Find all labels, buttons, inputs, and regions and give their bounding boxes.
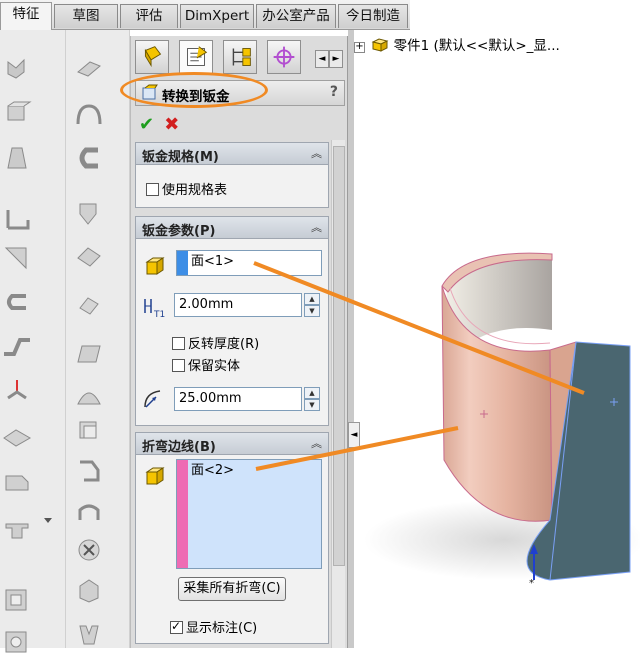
gauge-group-header[interactable]: 钣金规格(M) ︽ (136, 143, 328, 165)
swept-flange-icon[interactable] (74, 54, 104, 82)
unfold-icon[interactable] (2, 586, 32, 614)
rip-icon[interactable] (74, 100, 104, 128)
bend-edges-group-title: 折弯边线(B) (142, 440, 216, 455)
edge-flange-icon[interactable] (2, 204, 32, 232)
vent-icon[interactable] (74, 382, 104, 410)
chevron-down-icon[interactable] (40, 506, 56, 534)
help-button[interactable]: ? (330, 84, 338, 100)
ok-button[interactable]: ✔ (139, 114, 154, 135)
jog-icon[interactable] (2, 332, 32, 360)
command-manager-tabs: 特征 草图 评估 DimXpert 办公室产品 今日制造 (0, 0, 410, 30)
bend-radius-input[interactable]: 25.00mm (174, 387, 302, 411)
bend-radius-icon (144, 390, 161, 408)
gauge-group-title: 钣金规格(M) (142, 150, 219, 165)
use-gauge-table-checkbox[interactable] (146, 183, 159, 196)
feature-tree-root[interactable]: + 零件1 (默认<<默认>_显... (354, 34, 560, 54)
hem-icon[interactable] (2, 288, 32, 316)
show-callouts-row[interactable]: 显示标注(C) (170, 617, 257, 636)
thickness-icon: T1 (144, 299, 165, 319)
thickness-stepper[interactable]: ▲ ▼ (304, 293, 320, 317)
tab-evaluate[interactable]: 评估 (120, 4, 178, 28)
tab-sketch[interactable]: 草图 (54, 4, 118, 28)
keep-body-label: 保留实体 (188, 359, 241, 374)
bend-edges-group: 折弯边线(B) ︽ 面<2> 采集所有折弯(C) 显示标注(C) (135, 432, 329, 644)
part-icon (371, 38, 389, 52)
dimxpert-manager-tab[interactable] (267, 40, 301, 74)
forming-tool-icon[interactable] (2, 514, 32, 542)
gauge-group: 钣金规格(M) ︽ 使用规格表 (135, 142, 329, 208)
tab-scroll-left-button[interactable]: ◄ (315, 50, 329, 68)
configuration-manager-tab[interactable] (223, 40, 257, 74)
bends-icon[interactable] (74, 144, 104, 172)
collect-all-bends-button[interactable]: 采集所有折弯(C) (178, 577, 286, 601)
svg-text:*: * (529, 578, 534, 589)
show-callouts-checkbox[interactable] (170, 619, 183, 634)
collapse-icon[interactable]: ︽ (311, 435, 322, 451)
tab-today-manufacture[interactable]: 今日制造 (338, 4, 408, 28)
corner-trim-icon[interactable] (74, 200, 104, 228)
scrollbar-thumb[interactable] (333, 146, 345, 566)
use-gauge-table-row[interactable]: 使用规格表 (146, 179, 227, 198)
bend-edges-group-header[interactable]: 折弯边线(B) ︽ (136, 433, 328, 455)
tab-dimxpert[interactable]: DimXpert (180, 4, 254, 28)
property-manager-tabs: ◄ ► (135, 40, 345, 76)
property-manager-tab[interactable] (179, 40, 213, 74)
no-bends-icon[interactable] (74, 500, 104, 528)
convert-solid-icon[interactable] (2, 100, 32, 128)
remove-icon[interactable] (74, 536, 104, 564)
tabbar-blank (410, 0, 640, 30)
use-gauge-table-label: 使用规格表 (162, 183, 228, 198)
part-name: 零件1 (默认<<默认>_显... (393, 38, 560, 54)
welded-corner-icon[interactable] (74, 292, 104, 320)
extruded-cut-icon[interactable] (74, 416, 104, 444)
sheet-metal-part-model[interactable]: * (354, 60, 640, 648)
sketched-bend-icon[interactable] (2, 376, 32, 404)
sheet-metal-params-group: 钣金参数(P) ︽ 面<1> T1 2.00mm ▲ ▼ 反转厚度(R) 保留实体… (135, 216, 329, 426)
params-group-header[interactable]: 钣金参数(P) ︽ (136, 217, 328, 239)
feature-tree-tab[interactable] (135, 40, 169, 74)
expand-icon[interactable]: + (354, 42, 365, 53)
insert-bends-icon[interactable] (74, 576, 104, 604)
sheet-metal-base-flange-icon[interactable] (2, 54, 32, 82)
tab-scroll-right-button[interactable]: ► (329, 50, 343, 68)
closed-corner-icon[interactable] (2, 468, 32, 496)
fixed-face-selection[interactable]: 面<1> (176, 250, 322, 276)
lofted-bend-icon[interactable] (2, 144, 32, 172)
keep-body-row[interactable]: 保留实体 (172, 355, 240, 374)
miter-flange-icon[interactable] (2, 244, 32, 272)
property-manager-scrollbar[interactable] (331, 140, 345, 648)
bend-radius-stepper[interactable]: ▲ ▼ (304, 387, 320, 411)
collapse-icon[interactable]: ︽ (311, 219, 322, 235)
fold-icon[interactable] (2, 628, 32, 656)
feature-toolbar-left (0, 30, 66, 653)
show-callouts-label: 显示标注(C) (186, 621, 258, 636)
tab-features[interactable]: 特征 (0, 2, 52, 30)
bend-edges-icon (145, 467, 165, 485)
property-manager: ◄ ► 转换到钣金 ? ✔ ✖ 钣金规格(M) ︽ 使用规格表 钣金参数(P) … (130, 36, 348, 648)
break-corner-icon[interactable] (74, 244, 104, 272)
reverse-thickness-label: 反转厚度(R) (188, 337, 260, 352)
feature-toolbar-right (66, 30, 130, 648)
params-group-title: 钣金参数(P) (142, 224, 216, 239)
graphics-area[interactable]: * (354, 60, 640, 648)
keep-body-checkbox[interactable] (172, 359, 185, 372)
fixed-face-icon (145, 257, 165, 275)
sheet-metal-gusset-icon[interactable] (74, 620, 104, 648)
ok-cancel-bar: ✔ ✖ (139, 114, 185, 135)
orange-highlight-ellipse (120, 72, 268, 108)
thickness-input[interactable]: 2.00mm (174, 293, 302, 317)
simple-hole-icon[interactable] (74, 456, 104, 484)
cancel-button[interactable]: ✖ (164, 114, 179, 135)
flat-pattern-icon[interactable] (74, 340, 104, 368)
reverse-thickness-row[interactable]: 反转厚度(R) (172, 333, 259, 352)
cross-break-icon[interactable] (2, 422, 32, 450)
svg-text:T1: T1 (153, 310, 165, 319)
bend-edges-selection-list[interactable]: 面<2> (176, 459, 322, 569)
reverse-thickness-checkbox[interactable] (172, 337, 185, 350)
collapse-icon[interactable]: ︽ (311, 145, 322, 161)
tab-office-products[interactable]: 办公室产品 (256, 4, 336, 28)
